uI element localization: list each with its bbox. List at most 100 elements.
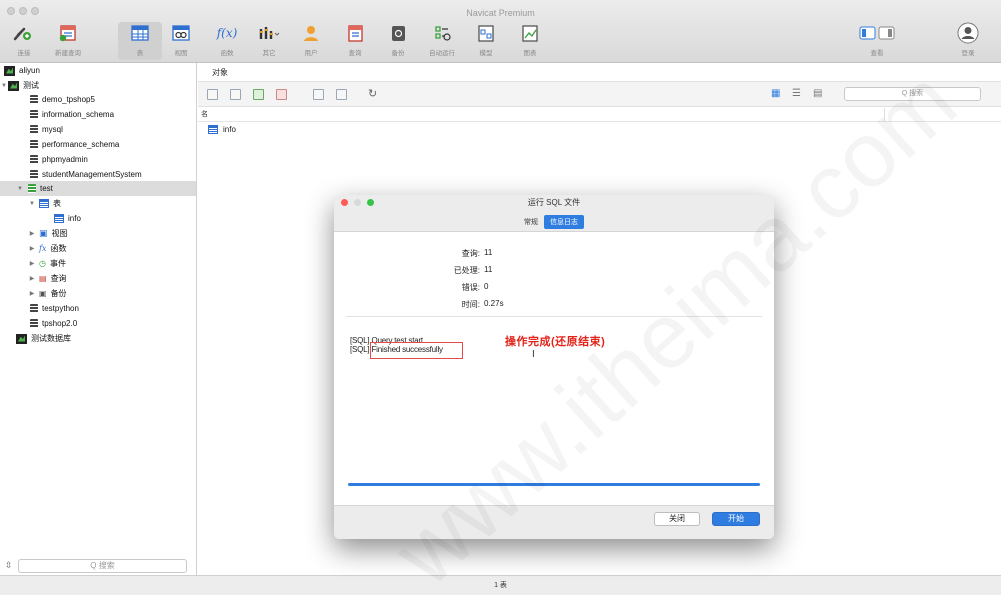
disclosure-closed-icon[interactable]: ▶ <box>28 260 36 267</box>
tree-table-info[interactable]: info <box>0 211 196 226</box>
progress-bar <box>348 483 760 486</box>
database-icon <box>30 110 38 119</box>
model-icon <box>473 22 499 44</box>
tree-db-testpython[interactable]: testpython <box>0 301 196 316</box>
toolbar-backup-button[interactable]: 备份 <box>376 22 420 60</box>
table-icon <box>54 214 64 223</box>
dialog-tabs: 常规 信息日志 <box>518 215 584 229</box>
dialog-body: 查询: 11 已处理: 11 错误: 0 时间: 0.27s [SQL] Query t… <box>334 231 774 506</box>
database-icon <box>30 125 38 134</box>
status-bar: 1 表 <box>0 575 1001 595</box>
filter-icon[interactable]: ⇳ <box>5 560 13 571</box>
run-sql-file-dialog: 运行 SQL 文件 常规 信息日志 查询: 11 已处理: 11 错误: 0 时间: 0… <box>334 195 774 539</box>
tree-connection-aliyun[interactable]: aliyun <box>0 63 196 78</box>
tree-tables-group[interactable]: ▼ 表 <box>0 196 196 211</box>
detail-view-icon[interactable]: ▤ <box>813 88 822 99</box>
sidebar: aliyun ▼ 测试 demo_tpshop5 information_sche… <box>0 63 197 595</box>
list-view-icon[interactable]: ☰ <box>792 88 801 99</box>
close-button[interactable]: 关闭 <box>654 512 700 526</box>
disclosure-open-icon[interactable]: ▼ <box>28 201 36 207</box>
tab-objects[interactable]: 对象 <box>206 67 234 79</box>
toolbar-model-button[interactable]: 模型 <box>464 22 508 60</box>
function-icon: f(x) <box>216 26 238 40</box>
grid-view-icon[interactable]: ▦ <box>771 88 780 99</box>
toolbar-other-button[interactable]: 其它 <box>247 22 291 60</box>
view-icon <box>168 22 194 44</box>
tree-db-tpshop2[interactable]: tpshop2.0 <box>0 316 196 331</box>
disclosure-closed-icon[interactable]: ▶ <box>28 275 36 282</box>
stat-queries: 查询: 11 <box>461 248 493 258</box>
database-icon <box>30 95 38 104</box>
tree-queries-group[interactable]: ▶ ▤ 查询 <box>0 271 196 286</box>
open-table-icon[interactable] <box>207 89 218 100</box>
refresh-icon[interactable]: ↻ <box>368 87 377 100</box>
chart-icon <box>517 22 543 44</box>
table-icon <box>39 199 49 208</box>
object-item-info[interactable]: info <box>208 125 236 134</box>
name-column-header[interactable]: 名 <box>198 108 1001 122</box>
toolbar-function-button[interactable]: f(x) 函数 <box>205 22 249 60</box>
tree-db-phpmyadmin[interactable]: phpmyadmin <box>0 152 196 167</box>
backup-icon <box>385 22 411 44</box>
other-icon <box>256 22 282 44</box>
tree-connection-test[interactable]: ▼ 测试 <box>0 78 196 93</box>
connection-icon <box>8 80 19 91</box>
toolbar-user-button[interactable]: 用户 <box>289 22 333 60</box>
toolbar-connection-button[interactable]: 连接 <box>2 22 46 60</box>
tree-db-test[interactable]: ▼ test <box>0 181 196 196</box>
sidebar-search-input[interactable]: Q 搜索 <box>18 559 187 573</box>
disclosure-closed-icon[interactable]: ▶ <box>28 245 36 252</box>
toolbar-login-button[interactable]: 登录 <box>946 22 990 60</box>
toolbar-view-toggle[interactable]: 查看 <box>854 22 900 60</box>
tab-general[interactable]: 常规 <box>518 215 544 229</box>
toolbar-auto-run-button[interactable]: 自动运行 <box>420 22 464 60</box>
disclosure-closed-icon[interactable]: ▶ <box>28 230 36 237</box>
tree-events-group[interactable]: ▶ ◷ 事件 <box>0 256 196 271</box>
view-icon: ▣ <box>39 228 48 238</box>
text-cursor-icon: I <box>532 349 535 360</box>
tree-backups-group[interactable]: ▶ ▣ 备份 <box>0 286 196 301</box>
title-bar: Navicat Premium 连接 新建查询 表 视图 f(x) 函数 其它 … <box>0 0 1001 63</box>
database-icon <box>30 155 38 164</box>
window-title: Navicat Premium <box>466 8 535 18</box>
toolbar-view-button[interactable]: 视图 <box>159 22 203 60</box>
annotation-text: 操作完成(还原结束) <box>505 336 606 348</box>
user-icon <box>298 22 324 44</box>
tree-functions-group[interactable]: ▶ fx 函数 <box>0 241 196 256</box>
connection-icon <box>11 22 37 44</box>
export-icon[interactable] <box>336 89 347 100</box>
tree-db-information-schema[interactable]: information_schema <box>0 107 196 122</box>
avatar-icon <box>955 22 981 44</box>
disclosure-open-icon[interactable]: ▼ <box>0 83 8 89</box>
tree-connection-test-db[interactable]: 测试数据库 <box>0 331 196 346</box>
new-query-icon <box>55 22 81 44</box>
tab-info-log[interactable]: 信息日志 <box>544 215 584 229</box>
disclosure-closed-icon[interactable]: ▶ <box>28 290 36 297</box>
stat-time: 时间: 0.27s <box>461 299 504 309</box>
objects-search-input[interactable]: Q 搜索 <box>844 87 981 101</box>
import-icon[interactable] <box>313 89 324 100</box>
divider <box>346 316 762 317</box>
connection-icon <box>16 333 27 344</box>
table-icon <box>208 125 218 134</box>
database-icon <box>30 140 38 149</box>
new-table-icon[interactable] <box>253 89 264 100</box>
column-divider <box>884 108 885 122</box>
dialog-title: 运行 SQL 文件 <box>527 198 581 207</box>
start-button[interactable]: 开始 <box>712 512 760 526</box>
toolbar-chart-button[interactable]: 图表 <box>508 22 552 60</box>
query-icon <box>342 22 368 44</box>
tree-db-mysql[interactable]: mysql <box>0 122 196 137</box>
query-icon: ▤ <box>39 274 47 283</box>
toolbar-query-button[interactable]: 查询 <box>333 22 377 60</box>
tree-db-performance-schema[interactable]: performance_schema <box>0 137 196 152</box>
disclosure-open-icon[interactable]: ▼ <box>16 186 24 192</box>
tree-views-group[interactable]: ▶ ▣ 视图 <box>0 226 196 241</box>
annotation-highlight-box <box>370 342 463 359</box>
toolbar-table-button[interactable]: 表 <box>118 22 162 60</box>
toolbar-new-query-button[interactable]: 新建查询 <box>46 22 90 60</box>
tree-db-demo-tpshop5[interactable]: demo_tpshop5 <box>0 92 196 107</box>
tree-db-student-management-system[interactable]: studentManagementSystem <box>0 167 196 182</box>
design-table-icon[interactable] <box>230 89 241 100</box>
delete-table-icon[interactable] <box>276 89 287 100</box>
